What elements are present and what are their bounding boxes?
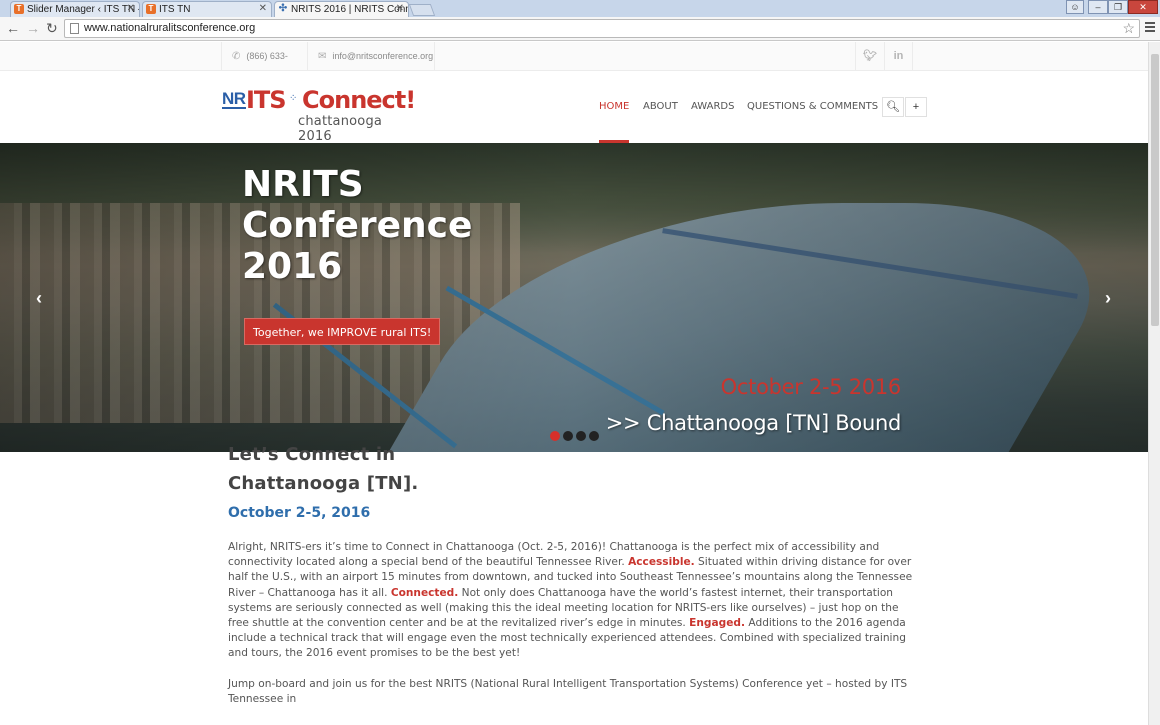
slider-next-icon[interactable]: › [1094, 278, 1122, 318]
url-text[interactable]: www.nationalruralitsconference.org [84, 22, 255, 34]
forward-icon[interactable]: → [26, 20, 40, 36]
logo-dots-icon: ⁘ [289, 93, 298, 104]
phone-icon: ✆ [232, 51, 241, 62]
page-icon [70, 23, 79, 34]
nav-home[interactable]: HOME [599, 71, 630, 143]
logo-connect: Connect! [302, 86, 416, 114]
envelope-icon: ✉ [318, 51, 327, 62]
reload-icon[interactable]: ↻ [46, 20, 58, 36]
hero-title-line: 2016 [242, 246, 343, 287]
minimize-icon[interactable]: – [1088, 0, 1108, 14]
site-logo[interactable]: NR ITS ⁘ Connect! chattanooga 2016 [222, 86, 416, 144]
window-close-icon[interactable]: ✕ [1128, 0, 1158, 14]
hero-slider: NRITS Conference 2016 Together, we IMPRO… [0, 143, 1148, 452]
tab-favicon-icon: T [14, 4, 24, 14]
search-icon[interactable]: 🔍︎ [882, 97, 904, 117]
email-contact[interactable]: ✉ info@nritsconference.org [307, 42, 435, 71]
hero-date: October 2-5 2016 [720, 375, 902, 399]
hero-title-line: NRITS [242, 164, 364, 205]
browser-tab-its-tn[interactable]: T ITS TN ✕ [142, 1, 272, 17]
nrits-favicon-icon: ✣ [278, 3, 288, 14]
back-icon[interactable]: ← [6, 20, 20, 36]
twitter-icon[interactable]: 🐦︎ [855, 42, 884, 71]
contact-topbar: ✆(866) 633-8110 ✉ info@nritsconference.or… [0, 42, 1148, 90]
highlight-engaged: Engaged. [689, 617, 746, 630]
page-subheading: October 2-5, 2016 [228, 505, 371, 521]
email-address: info@nritsconference.org [332, 51, 434, 61]
main-content: Let’s Connect in Chattanooga [TN]. Octob… [228, 440, 918, 707]
scrollbar-thumb[interactable] [1151, 54, 1159, 326]
tab-title: ITS TN [159, 4, 191, 15]
intro-paragraph: Alright, NRITS-ers it’s time to Connect … [228, 540, 918, 662]
hero-shade [0, 143, 1148, 452]
page-heading-line: Let’s Connect in [228, 444, 396, 465]
maximize-icon[interactable]: ❐ [1108, 0, 1128, 14]
hero-bound: >> Chattanooga [TN] Bound [605, 411, 902, 435]
tab-title: NRITS 2016 | NRITS Conn [291, 4, 409, 15]
address-bar[interactable]: www.nationalruralitsconference.org ☆ [64, 19, 1140, 38]
tab-close-icon[interactable]: ✕ [259, 3, 267, 14]
tab-favicon-icon: T [146, 4, 156, 14]
tab-title: Slider Manager ‹ ITS TN — [27, 4, 140, 15]
new-tab-button[interactable] [408, 4, 436, 16]
nav-awards[interactable]: AWARDS [691, 71, 734, 143]
browser-tabbar: T Slider Manager ‹ ITS TN — ✕ T ITS TN ✕… [0, 0, 1160, 17]
second-paragraph: Jump on-board and join us for the best N… [228, 677, 908, 705]
page-heading-line: Chattanooga [TN]. [228, 473, 419, 494]
site-header: NR ITS ⁘ Connect! chattanooga 2016 HOME … [0, 71, 1148, 144]
browser-tab-nrits[interactable]: ✣ NRITS 2016 | NRITS Conn ✕ [274, 1, 409, 17]
hero-tagline-button[interactable]: Together, we IMPROVE rural ITS! [244, 318, 441, 345]
web-page: ✆(866) 633-8110 ✉ info@nritsconference.or… [0, 42, 1148, 725]
logo-its: ITS [246, 86, 287, 114]
browser-tab-slider-manager[interactable]: T Slider Manager ‹ ITS TN — ✕ [10, 1, 140, 17]
user-profile-icon[interactable]: ☺ [1066, 0, 1084, 14]
browser-menu-icon[interactable] [1145, 22, 1155, 34]
phone-contact[interactable]: ✆(866) 633-8110 [221, 42, 307, 90]
browser-toolbar: ← → ↻ www.nationalruralitsconference.org… [0, 17, 1160, 41]
slider-prev-icon[interactable]: ‹ [25, 278, 53, 318]
page-scrollbar[interactable] [1148, 42, 1160, 725]
plus-icon[interactable]: + [905, 97, 927, 117]
nav-about[interactable]: ABOUT [643, 71, 678, 143]
logo-city: chattanooga 2016 [298, 114, 383, 144]
tab-close-icon[interactable]: ✕ [396, 3, 404, 14]
page-heading: Let’s Connect in Chattanooga [TN]. [228, 440, 918, 498]
hero-title: NRITS Conference 2016 [242, 164, 502, 287]
bookmark-star-icon[interactable]: ☆ [1122, 20, 1135, 37]
tab-close-icon[interactable]: ✕ [127, 3, 135, 14]
logo-nr: NR [222, 89, 246, 109]
nav-questions-comments[interactable]: QUESTIONS & COMMENTS [747, 71, 878, 143]
highlight-connected: Connected. [390, 586, 459, 599]
highlight-accessible: Accessible. [628, 556, 695, 569]
hero-title-line: Conference [242, 205, 473, 246]
linkedin-icon[interactable]: in [884, 42, 913, 71]
